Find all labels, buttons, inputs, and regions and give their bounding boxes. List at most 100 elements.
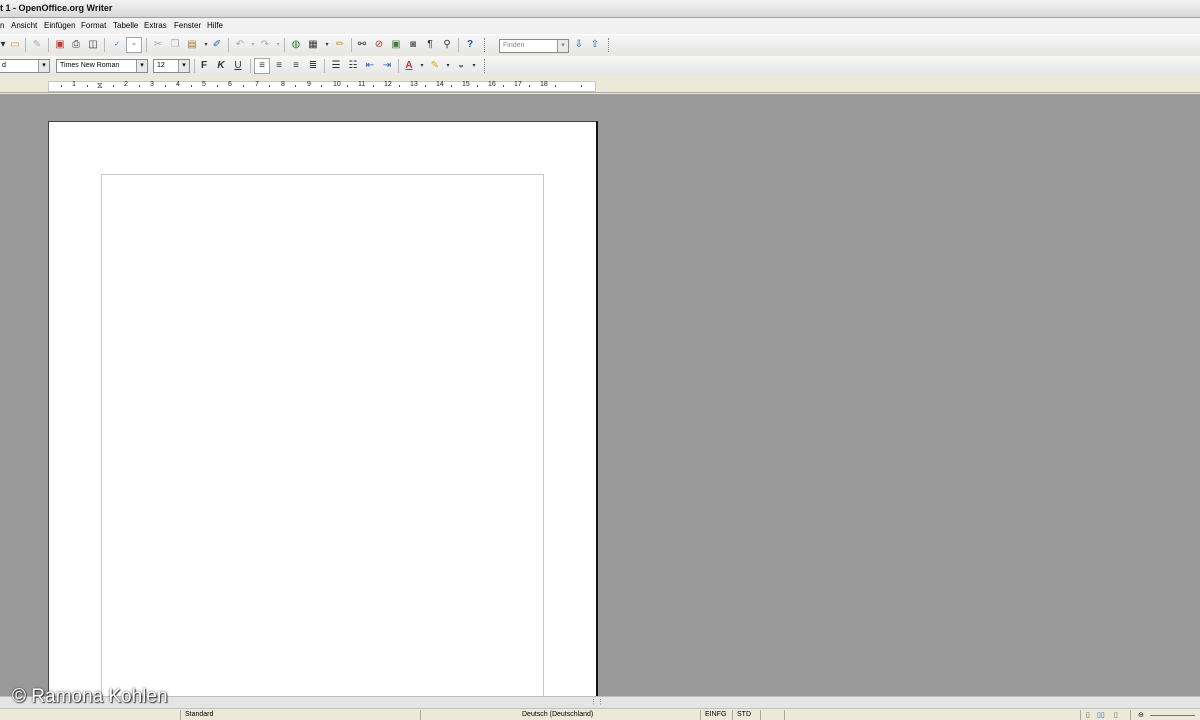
menu-format[interactable]: Format bbox=[81, 21, 106, 30]
underline-button[interactable]: U bbox=[231, 59, 245, 73]
menu-ansicht[interactable]: Ansicht bbox=[11, 21, 37, 30]
ruler-label: 3 bbox=[150, 81, 154, 88]
menu-tabelle[interactable]: Tabelle bbox=[113, 21, 138, 30]
navigator-icon[interactable]: ⊘ bbox=[372, 38, 386, 52]
menu-datei[interactable]: n bbox=[0, 21, 4, 30]
status-divider bbox=[1080, 710, 1081, 720]
find-next-icon[interactable]: ⇩ bbox=[572, 38, 586, 52]
find-replace-icon[interactable]: ⚯ bbox=[355, 38, 369, 52]
copyright-watermark: © Ramona Kohlen bbox=[12, 686, 168, 707]
align-right-icon[interactable]: ≡ bbox=[289, 59, 303, 73]
menu-einfuegen[interactable]: Einfügen bbox=[44, 21, 76, 30]
gallery-icon[interactable]: ▣ bbox=[389, 38, 403, 52]
menu-fenster[interactable]: Fenster bbox=[174, 21, 201, 30]
language-status[interactable]: Deutsch (Deutschland) bbox=[522, 711, 593, 718]
ruler-tick bbox=[61, 85, 62, 87]
page-preview-icon[interactable]: ◫ bbox=[86, 38, 100, 52]
highlight-icon[interactable]: ✎ bbox=[428, 59, 442, 73]
bullets-icon[interactable]: ☷ bbox=[346, 59, 360, 73]
text-area-boundary[interactable] bbox=[101, 174, 544, 696]
find-placeholder: Finden bbox=[503, 42, 525, 49]
print-icon[interactable]: ⎙ bbox=[69, 38, 83, 52]
find-dropdown-icon[interactable]: ▾ bbox=[557, 40, 568, 52]
increase-indent-icon[interactable]: ⇥ bbox=[380, 59, 394, 73]
zoom-icon[interactable]: ⚲ bbox=[440, 38, 454, 52]
chevron-down-icon[interactable]: ▾ bbox=[38, 60, 49, 72]
toolbar-separator bbox=[250, 59, 251, 73]
numbering-icon[interactable]: ☰ bbox=[329, 59, 343, 73]
zoom-out-icon[interactable]: ⊖ bbox=[1138, 711, 1144, 719]
toolbar-separator bbox=[194, 59, 195, 73]
copy-icon[interactable]: ❐ bbox=[168, 38, 182, 52]
find-input[interactable]: Finden ▾ bbox=[499, 39, 569, 53]
menu-hilfe[interactable]: Hilfe bbox=[207, 21, 223, 30]
redo-icon[interactable]: ↷ bbox=[258, 38, 272, 52]
document-workspace[interactable] bbox=[0, 94, 1200, 696]
ruler-tick bbox=[477, 85, 478, 87]
toolbar-grip[interactable] bbox=[484, 38, 489, 52]
ruler-label: 4 bbox=[176, 81, 180, 88]
open-icon[interactable]: ▭ bbox=[8, 38, 22, 52]
ruler-label: 9 bbox=[307, 81, 311, 88]
status-divider bbox=[760, 710, 761, 720]
indent-marker-icon[interactable]: ⧖ bbox=[97, 81, 103, 91]
data-sources-icon[interactable]: ◙ bbox=[406, 38, 420, 52]
ruler-label: 8 bbox=[281, 81, 285, 88]
help-icon[interactable]: ? bbox=[463, 38, 477, 52]
decrease-indent-icon[interactable]: ⇤ bbox=[363, 59, 377, 73]
toolbar-grip[interactable] bbox=[608, 38, 613, 52]
formatting-toolbar: d ▾ Times New Roman ▾ 12 ▾ F K U ≡ ≡ ≡ ≣… bbox=[0, 56, 1200, 76]
toolbar-grip[interactable] bbox=[484, 59, 489, 73]
selection-mode-status[interactable]: STD bbox=[737, 711, 751, 718]
justify-icon[interactable]: ≣ bbox=[306, 59, 320, 73]
font-color-icon[interactable]: A bbox=[402, 59, 416, 73]
chevron-down-icon[interactable]: ▾ bbox=[178, 60, 189, 72]
ruler-label: 13 bbox=[410, 81, 418, 88]
menu-extras[interactable]: Extras bbox=[144, 21, 167, 30]
paste-icon[interactable]: ▤ bbox=[185, 38, 199, 52]
find-previous-icon[interactable]: ⇧ bbox=[588, 38, 602, 52]
insert-mode-status[interactable]: EINFG bbox=[705, 711, 726, 718]
align-left-icon[interactable]: ≡ bbox=[254, 58, 270, 74]
font-color-dropdown-icon[interactable]: ▾ bbox=[415, 59, 429, 73]
undo-icon[interactable]: ↶ bbox=[233, 38, 247, 52]
font-name-select[interactable]: Times New Roman ▾ bbox=[56, 59, 148, 73]
book-view-icon[interactable]: ▯ bbox=[1114, 711, 1118, 719]
redo-dropdown-icon[interactable]: ▾ bbox=[271, 38, 285, 52]
paragraph-style-select[interactable]: d ▾ bbox=[0, 59, 50, 73]
italic-button[interactable]: K bbox=[214, 59, 228, 73]
draw-functions-icon[interactable]: ✏ bbox=[333, 38, 347, 52]
highlight-dropdown-icon[interactable]: ▾ bbox=[441, 59, 455, 73]
align-center-icon[interactable]: ≡ bbox=[272, 59, 286, 73]
ruler-label: 10 bbox=[333, 81, 341, 88]
ruler-tick bbox=[243, 85, 244, 87]
ruler-tick bbox=[503, 85, 504, 87]
edit-mode-icon[interactable]: ✎ bbox=[30, 38, 44, 52]
document-page[interactable] bbox=[48, 121, 598, 696]
formatting-marks-icon[interactable]: ¶ bbox=[423, 38, 437, 52]
paintbrush-icon[interactable]: ✐ bbox=[210, 38, 224, 52]
single-page-view-icon[interactable]: ▯ bbox=[1086, 711, 1090, 719]
toolbar-separator bbox=[48, 38, 49, 52]
multi-page-view-icon[interactable]: ▯▯ bbox=[1097, 711, 1105, 719]
ruler-label: 18 bbox=[540, 81, 548, 88]
zoom-slider[interactable] bbox=[1150, 715, 1195, 716]
page-style-status[interactable]: Standard bbox=[185, 711, 213, 718]
bold-button[interactable]: F bbox=[197, 59, 211, 73]
background-color-dropdown-icon[interactable]: ▾ bbox=[467, 59, 481, 73]
font-size-select[interactable]: 12 ▾ bbox=[153, 59, 190, 73]
background-color-icon[interactable]: ◒ bbox=[454, 59, 468, 73]
table-dropdown-icon[interactable]: ▾ bbox=[320, 38, 334, 52]
horizontal-scrollbar[interactable]: ⋮⋮ bbox=[0, 696, 1200, 708]
spellcheck-icon[interactable]: ✓ bbox=[110, 38, 124, 52]
horizontal-ruler[interactable]: ⧖ 1 2 3 4 5 6 7 8 9 10 11 12 13 14 15 16… bbox=[0, 80, 1200, 93]
chevron-down-icon[interactable]: ▾ bbox=[136, 60, 147, 72]
autospellcheck-icon[interactable]: ≈ bbox=[126, 37, 142, 53]
hyperlink-icon[interactable]: ◍ bbox=[289, 38, 303, 52]
cut-icon[interactable]: ✂ bbox=[151, 38, 165, 52]
table-icon[interactable]: ▦ bbox=[306, 38, 320, 52]
ruler-tick bbox=[529, 85, 530, 87]
scroll-grip-icon[interactable]: ⋮⋮ bbox=[590, 698, 604, 706]
export-pdf-icon[interactable]: ▣ bbox=[53, 38, 67, 52]
window-title: t 1 - OpenOffice.org Writer bbox=[0, 3, 113, 13]
